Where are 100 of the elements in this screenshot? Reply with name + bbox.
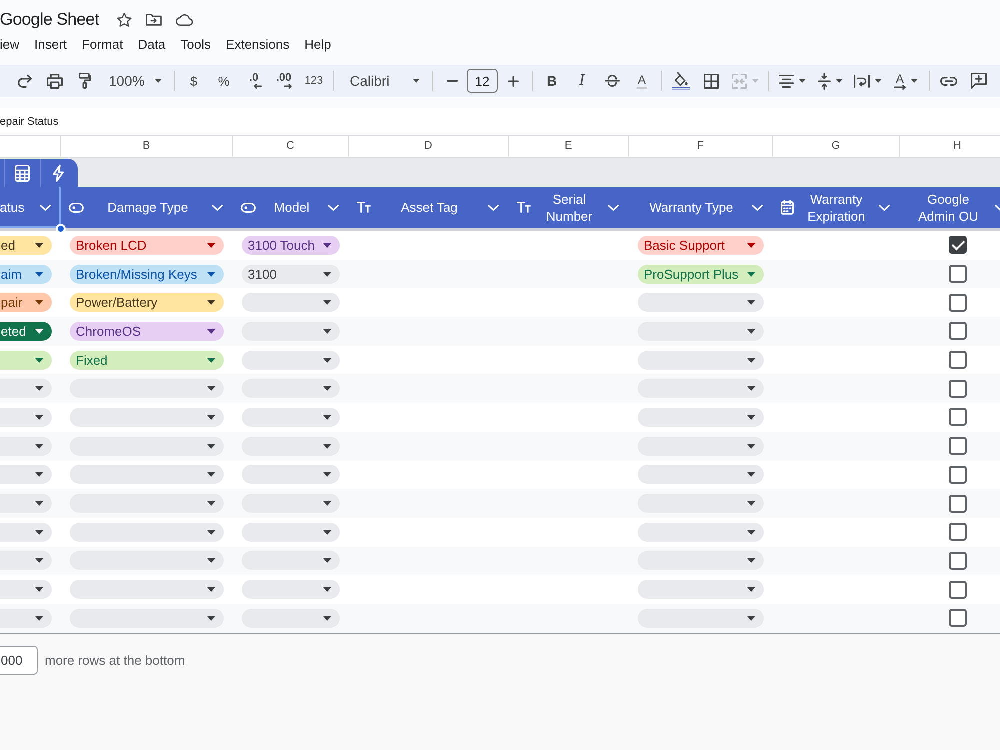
- checkbox[interactable]: [949, 580, 967, 599]
- caret-icon: [207, 472, 216, 478]
- checkbox[interactable]: [949, 494, 967, 513]
- caret-icon: [35, 242, 44, 248]
- column-letter[interactable]: H: [954, 140, 962, 153]
- dropdown-chip[interactable]: ProSupport Plus: [638, 264, 764, 284]
- dropdown-chip[interactable]: [0, 580, 52, 600]
- text-wrap-icon: [854, 74, 870, 88]
- column-letter[interactable]: D: [424, 140, 432, 153]
- calculator-icon[interactable]: [15, 164, 30, 182]
- currency-button[interactable]: $: [179, 67, 209, 95]
- caret-icon: [323, 414, 332, 420]
- left-arrow-icon: [254, 84, 262, 89]
- menu-item[interactable]: Data: [138, 37, 166, 53]
- checkbox[interactable]: [949, 236, 967, 254]
- dropdown-chip[interactable]: [0, 436, 52, 456]
- dropdown-chip[interactable]: aim: [0, 264, 52, 284]
- menu-item[interactable]: iew: [0, 37, 20, 53]
- folder-icon[interactable]: [146, 14, 162, 26]
- dropdown-chip[interactable]: Basic Support: [638, 236, 764, 255]
- dropdown-chip[interactable]: [0, 408, 52, 427]
- checkbox[interactable]: [949, 552, 967, 570]
- dropdown-chip[interactable]: [0, 465, 52, 484]
- caret-icon: [323, 558, 332, 564]
- checkbox[interactable]: [949, 466, 967, 484]
- zoom-dropdown[interactable]: 100%: [100, 67, 170, 95]
- merge-icon: [732, 74, 746, 88]
- dropdown-chip[interactable]: [0, 522, 52, 542]
- lightning-icon[interactable]: [53, 164, 64, 182]
- dropdown-chip[interactable]: [0, 608, 52, 628]
- checkbox[interactable]: [949, 294, 967, 312]
- caret-icon: [35, 558, 44, 564]
- caret-icon: [35, 444, 44, 449]
- checkbox[interactable]: [949, 351, 967, 370]
- checkbox[interactable]: [949, 322, 967, 340]
- caret-icon: [207, 444, 216, 449]
- caret-icon: [323, 328, 332, 334]
- font-dropdown[interactable]: Calibri: [338, 67, 428, 95]
- column-letter[interactable]: E: [564, 140, 572, 153]
- dropdown-chip[interactable]: [0, 494, 52, 514]
- menu-item[interactable]: Help: [304, 37, 332, 53]
- document-title[interactable]: Google Sheet: [0, 9, 100, 31]
- dropdown-chip[interactable]: pair: [0, 293, 52, 312]
- caret-icon: [35, 386, 44, 392]
- chevron-down-icon[interactable]: [328, 204, 339, 210]
- chevron-down-icon[interactable]: [879, 204, 890, 210]
- dropdown-chip[interactable]: Power/Battery: [70, 293, 224, 312]
- column-title: Damage Type: [106, 199, 190, 216]
- checkbox[interactable]: [949, 380, 967, 398]
- column-letter[interactable]: B: [142, 140, 150, 153]
- dropdown-chip[interactable]: Broken LCD: [70, 236, 224, 255]
- menu-item[interactable]: Format: [82, 37, 124, 53]
- selection-handle[interactable]: [56, 224, 66, 234]
- chevron-down-icon[interactable]: [212, 204, 223, 210]
- caret-icon: [35, 587, 44, 592]
- column-letter[interactable]: G: [832, 140, 840, 153]
- checkbox[interactable]: [949, 265, 967, 284]
- dropdown-chip[interactable]: Fixed: [70, 350, 224, 370]
- caret-icon: [207, 300, 216, 306]
- dropdown-chip[interactable]: eted: [0, 322, 52, 341]
- checkbox[interactable]: [949, 609, 967, 628]
- caret-icon: [798, 79, 806, 83]
- increase-decimal-button[interactable]: .00: [269, 67, 299, 95]
- star-icon[interactable]: [117, 13, 132, 27]
- chevron-down-icon[interactable]: [488, 204, 499, 210]
- checkbox[interactable]: [949, 437, 967, 456]
- dropdown-chip[interactable]: [0, 350, 52, 370]
- formula-field[interactable]: epair Status: [0, 114, 59, 128]
- font-size-field[interactable]: 12: [467, 69, 498, 93]
- checkbox[interactable]: [949, 408, 967, 426]
- menu-item[interactable]: Tools: [180, 37, 212, 53]
- checkbox[interactable]: [949, 523, 967, 542]
- dropdown-chip[interactable]: 3100: [242, 264, 340, 284]
- chevron-down-icon[interactable]: [40, 204, 51, 210]
- number-format-button[interactable]: 123: [299, 67, 329, 95]
- dropdown-chip[interactable]: ChromeOS: [70, 322, 224, 341]
- column-letter[interactable]: F: [697, 140, 704, 153]
- percent-button[interactable]: %: [209, 67, 239, 95]
- row-count-field[interactable]: 000: [0, 646, 38, 675]
- align-center-icon: [778, 74, 794, 88]
- text-rotation-button[interactable]: A: [887, 67, 925, 95]
- caret-icon: [747, 414, 756, 420]
- menu-item[interactable]: Insert: [34, 37, 68, 53]
- chevron-down-icon[interactable]: [752, 204, 763, 210]
- dropdown-chip[interactable]: Broken/Missing Keys: [70, 264, 224, 284]
- column-letter[interactable]: C: [286, 140, 294, 153]
- chevron-down-icon[interactable]: [608, 204, 619, 210]
- cloud-icon[interactable]: [176, 14, 194, 26]
- dropdown-chip[interactable]: [0, 379, 52, 398]
- bold-button[interactable]: B: [537, 67, 567, 95]
- decrease-decimal-button[interactable]: .0: [239, 67, 269, 95]
- caret-icon: [207, 358, 216, 363]
- caret-icon: [747, 242, 756, 248]
- dropdown-chip[interactable]: ed: [0, 236, 52, 255]
- text-color-button[interactable]: A: [627, 67, 657, 95]
- italic-button[interactable]: I: [567, 67, 597, 95]
- menu-item[interactable]: Extensions: [226, 37, 290, 53]
- dropdown-chip[interactable]: 3100 Touch: [242, 236, 340, 255]
- caret-icon: [35, 530, 44, 535]
- dropdown-chip[interactable]: [0, 551, 52, 570]
